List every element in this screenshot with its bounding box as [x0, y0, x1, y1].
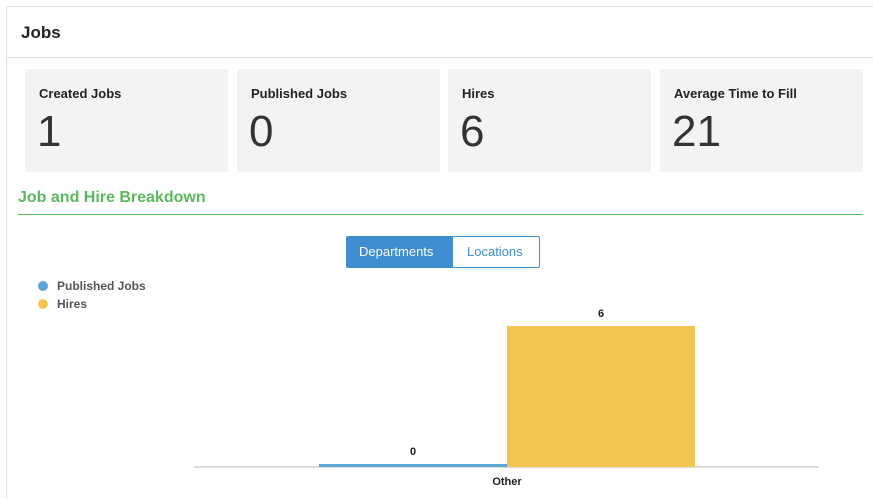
locations-toggle-button[interactable]: Locations [453, 236, 540, 268]
legend-label: Published Jobs [57, 279, 146, 293]
stat-value: 21 [672, 107, 721, 156]
bar-published-jobs[interactable] [319, 464, 507, 467]
page-title: Jobs [21, 23, 61, 42]
breakdown-bar-chart: 0 6 Other [194, 308, 819, 488]
section-divider [18, 214, 863, 215]
bar-value-label: 0 [410, 446, 416, 458]
legend-item-published-jobs[interactable]: Published Jobs [38, 277, 146, 295]
departments-toggle-button[interactable]: Departments [346, 236, 453, 268]
stat-card-created-jobs: Created Jobs 1 [25, 69, 228, 172]
stat-value: 6 [460, 107, 485, 156]
bar-value-label: 6 [598, 308, 604, 320]
bar-hires[interactable] [507, 326, 695, 467]
stat-card-average-time-to-fill: Average Time to Fill 21 [660, 69, 863, 172]
stat-value: 0 [249, 107, 274, 156]
stat-label: Created Jobs [39, 86, 122, 101]
stat-label: Average Time to Fill [674, 86, 797, 101]
stat-label: Published Jobs [251, 86, 348, 101]
section-title: Job and Hire Breakdown [18, 189, 206, 206]
stat-card-published-jobs: Published Jobs 0 [237, 69, 440, 172]
breakdown-toggle: Departments Locations [346, 236, 540, 268]
stat-value: 1 [37, 107, 62, 156]
panel-header: Jobs [7, 7, 873, 58]
stat-label: Hires [462, 86, 495, 101]
x-tick-label: Other [492, 476, 522, 488]
legend-dot-icon [38, 281, 48, 291]
stat-card-hires: Hires 6 [448, 69, 651, 172]
